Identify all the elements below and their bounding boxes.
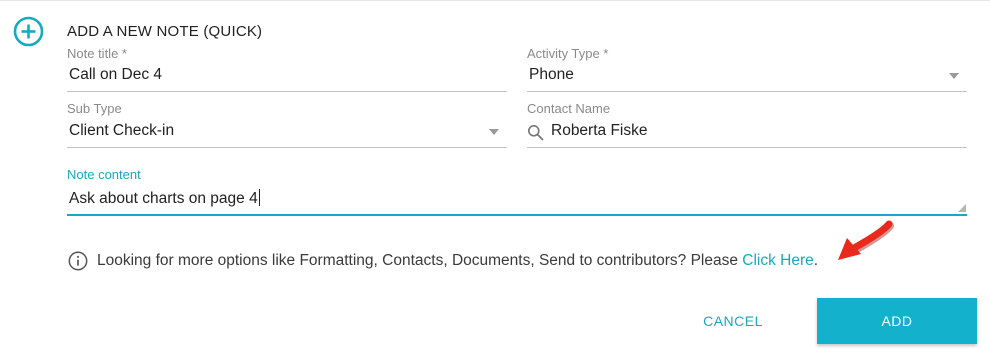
- note-content-text: Ask about charts on page 4: [69, 190, 258, 207]
- note-content-underline: [67, 214, 967, 216]
- search-icon: [528, 125, 544, 141]
- note-content-textarea[interactable]: Ask about charts on page 4: [69, 189, 260, 208]
- contact-name-input[interactable]: Roberta Fiske: [551, 122, 647, 140]
- contact-name-field[interactable]: Contact Name Roberta Fiske: [527, 101, 967, 148]
- red-arrow-icon: [838, 220, 894, 260]
- text-cursor: [258, 189, 260, 206]
- form-title: ADD A NEW NOTE (QUICK): [67, 23, 263, 40]
- info-suffix: .: [813, 252, 819, 269]
- add-button[interactable]: ADD: [817, 298, 977, 344]
- activity-type-value[interactable]: Phone: [529, 66, 574, 84]
- contact-name-underline: [527, 147, 967, 148]
- info-text: Looking for more options like Formatting…: [97, 252, 818, 270]
- contact-name-label: Contact Name: [527, 101, 611, 116]
- note-title-label: Note title *: [67, 46, 127, 61]
- info-text-body: Looking for more options like Formatting…: [97, 252, 743, 269]
- add-circle-icon[interactable]: [13, 16, 44, 47]
- note-title-underline: [67, 91, 507, 92]
- note-title-field[interactable]: Note title * Call on Dec 4: [67, 46, 507, 92]
- dropdown-caret-icon[interactable]: [949, 73, 959, 79]
- activity-type-label: Activity Type *: [527, 46, 609, 61]
- activity-type-select[interactable]: Activity Type * Phone: [527, 46, 967, 92]
- click-here-link[interactable]: Click Here: [742, 252, 813, 269]
- resize-grip-icon[interactable]: [958, 204, 966, 212]
- cancel-button[interactable]: CANCEL: [690, 298, 776, 344]
- info-icon: [68, 251, 88, 271]
- sub-type-select[interactable]: Sub Type Client Check-in: [67, 101, 507, 148]
- sub-type-label: Sub Type: [67, 101, 122, 116]
- top-divider: [0, 0, 990, 1]
- sub-type-value[interactable]: Client Check-in: [69, 122, 174, 140]
- note-content-label: Note content: [67, 167, 141, 182]
- sub-type-underline: [67, 147, 507, 148]
- activity-type-underline: [527, 91, 967, 92]
- note-content-field[interactable]: Note content Ask about charts on page 4: [67, 167, 967, 217]
- dropdown-caret-icon[interactable]: [489, 129, 499, 135]
- note-title-input[interactable]: Call on Dec 4: [69, 66, 162, 84]
